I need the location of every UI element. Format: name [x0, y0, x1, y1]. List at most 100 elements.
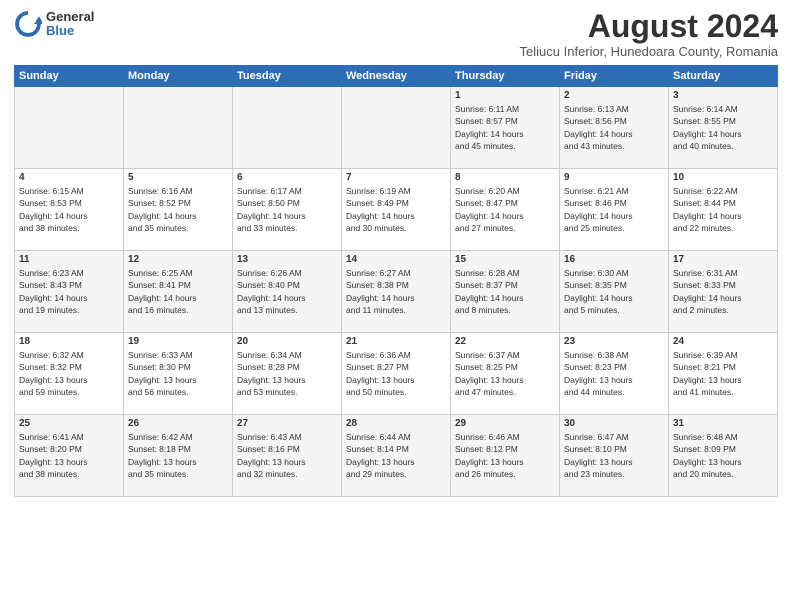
day-number: 23	[564, 336, 664, 347]
day-number: 8	[455, 172, 555, 183]
weekday-header-wednesday: Wednesday	[342, 66, 451, 87]
day-number: 27	[237, 418, 337, 429]
week-row-1: 1Sunrise: 6:11 AM Sunset: 8:57 PM Daylig…	[15, 87, 778, 169]
weekday-header-friday: Friday	[560, 66, 669, 87]
day-cell: 10 Sunrise: 6:22 AM Sunset: 8:44 PM Dayli…	[669, 169, 778, 251]
day-number: 21	[346, 336, 446, 347]
day-info: Sunrise: 6:36 AM Sunset: 8:27 PM Dayligh…	[346, 349, 446, 398]
week-row-2: 4Sunrise: 6:15 AM Sunset: 8:53 PM Daylig…	[15, 169, 778, 251]
day-cell: 2 Sunrise: 6:13 AM Sunset: 8:56 PM Daylig…	[560, 87, 669, 169]
day-number: 11	[19, 254, 119, 265]
day-cell: 4Sunrise: 6:15 AM Sunset: 8:53 PM Daylig…	[15, 169, 124, 251]
day-cell: 31 Sunrise: 6:48 AM Sunset: 8:09 PM Dayli…	[669, 415, 778, 497]
weekday-header-thursday: Thursday	[451, 66, 560, 87]
day-info: Sunrise: 6:28 AM Sunset: 8:37 PM Dayligh…	[455, 267, 555, 316]
header: General Blue August 2024 Teliucu Inferio…	[14, 10, 778, 59]
day-cell: 30 Sunrise: 6:47 AM Sunset: 8:10 PM Dayli…	[560, 415, 669, 497]
day-number: 5	[128, 172, 228, 183]
day-info: Sunrise: 6:14 AM Sunset: 8:55 PM Dayligh…	[673, 103, 773, 152]
day-cell: 17 Sunrise: 6:31 AM Sunset: 8:33 PM Dayli…	[669, 251, 778, 333]
week-row-3: 11 Sunrise: 6:23 AM Sunset: 8:43 PM Dayli…	[15, 251, 778, 333]
calendar-body: 1Sunrise: 6:11 AM Sunset: 8:57 PM Daylig…	[15, 87, 778, 497]
day-info: Sunrise: 6:41 AM Sunset: 8:20 PM Dayligh…	[19, 431, 119, 480]
logo-general-text: General	[46, 10, 94, 24]
day-info: Sunrise: 6:25 AM Sunset: 8:41 PM Dayligh…	[128, 267, 228, 316]
day-info: Sunrise: 6:13 AM Sunset: 8:56 PM Dayligh…	[564, 103, 664, 152]
day-cell: 12 Sunrise: 6:25 AM Sunset: 8:41 PM Dayli…	[124, 251, 233, 333]
weekday-header-tuesday: Tuesday	[233, 66, 342, 87]
day-cell: 24Sunrise: 6:39 AM Sunset: 8:21 PM Dayli…	[669, 333, 778, 415]
day-cell: 25 Sunrise: 6:41 AM Sunset: 8:20 PM Dayli…	[15, 415, 124, 497]
day-cell: 9 Sunrise: 6:21 AM Sunset: 8:46 PM Daylig…	[560, 169, 669, 251]
day-cell: 7Sunrise: 6:19 AM Sunset: 8:49 PM Daylig…	[342, 169, 451, 251]
day-info: Sunrise: 6:23 AM Sunset: 8:43 PM Dayligh…	[19, 267, 119, 316]
day-cell: 23 Sunrise: 6:38 AM Sunset: 8:23 PM Dayli…	[560, 333, 669, 415]
day-cell: 19 Sunrise: 6:33 AM Sunset: 8:30 PM Dayli…	[124, 333, 233, 415]
day-number: 7	[346, 172, 446, 183]
day-cell: 5 Sunrise: 6:16 AM Sunset: 8:52 PM Daylig…	[124, 169, 233, 251]
day-info: Sunrise: 6:20 AM Sunset: 8:47 PM Dayligh…	[455, 185, 555, 234]
day-cell	[233, 87, 342, 169]
day-cell: 11 Sunrise: 6:23 AM Sunset: 8:43 PM Dayli…	[15, 251, 124, 333]
day-number: 22	[455, 336, 555, 347]
day-cell: 6Sunrise: 6:17 AM Sunset: 8:50 PM Daylig…	[233, 169, 342, 251]
day-cell: 29 Sunrise: 6:46 AM Sunset: 8:12 PM Dayli…	[451, 415, 560, 497]
month-title: August 2024	[520, 10, 778, 42]
day-cell: 28Sunrise: 6:44 AM Sunset: 8:14 PM Dayli…	[342, 415, 451, 497]
day-info: Sunrise: 6:16 AM Sunset: 8:52 PM Dayligh…	[128, 185, 228, 234]
day-info: Sunrise: 6:31 AM Sunset: 8:33 PM Dayligh…	[673, 267, 773, 316]
day-number: 20	[237, 336, 337, 347]
title-block: August 2024 Teliucu Inferior, Hunedoara …	[520, 10, 778, 59]
day-number: 30	[564, 418, 664, 429]
day-info: Sunrise: 6:43 AM Sunset: 8:16 PM Dayligh…	[237, 431, 337, 480]
day-cell: 14Sunrise: 6:27 AM Sunset: 8:38 PM Dayli…	[342, 251, 451, 333]
day-number: 2	[564, 90, 664, 101]
day-info: Sunrise: 6:37 AM Sunset: 8:25 PM Dayligh…	[455, 349, 555, 398]
day-cell: 15Sunrise: 6:28 AM Sunset: 8:37 PM Dayli…	[451, 251, 560, 333]
day-cell: 13Sunrise: 6:26 AM Sunset: 8:40 PM Dayli…	[233, 251, 342, 333]
day-cell: 21 Sunrise: 6:36 AM Sunset: 8:27 PM Dayli…	[342, 333, 451, 415]
day-number: 17	[673, 254, 773, 265]
week-row-5: 25 Sunrise: 6:41 AM Sunset: 8:20 PM Dayli…	[15, 415, 778, 497]
day-cell: 3 Sunrise: 6:14 AM Sunset: 8:55 PM Daylig…	[669, 87, 778, 169]
day-cell	[124, 87, 233, 169]
day-cell: 22 Sunrise: 6:37 AM Sunset: 8:25 PM Dayli…	[451, 333, 560, 415]
day-number: 19	[128, 336, 228, 347]
day-number: 31	[673, 418, 773, 429]
week-row-4: 18Sunrise: 6:32 AM Sunset: 8:32 PM Dayli…	[15, 333, 778, 415]
logo-icon	[14, 10, 42, 38]
day-cell: 8 Sunrise: 6:20 AM Sunset: 8:47 PM Daylig…	[451, 169, 560, 251]
page: General Blue August 2024 Teliucu Inferio…	[0, 0, 792, 612]
day-number: 10	[673, 172, 773, 183]
day-info: Sunrise: 6:38 AM Sunset: 8:23 PM Dayligh…	[564, 349, 664, 398]
day-info: Sunrise: 6:33 AM Sunset: 8:30 PM Dayligh…	[128, 349, 228, 398]
weekday-row: SundayMondayTuesdayWednesdayThursdayFrid…	[15, 66, 778, 87]
day-info: Sunrise: 6:22 AM Sunset: 8:44 PM Dayligh…	[673, 185, 773, 234]
day-cell	[15, 87, 124, 169]
day-info: Sunrise: 6:27 AM Sunset: 8:38 PM Dayligh…	[346, 267, 446, 316]
logo-text: General Blue	[46, 10, 94, 39]
day-info: Sunrise: 6:47 AM Sunset: 8:10 PM Dayligh…	[564, 431, 664, 480]
day-number: 12	[128, 254, 228, 265]
calendar-table: SundayMondayTuesdayWednesdayThursdayFrid…	[14, 65, 778, 497]
day-info: Sunrise: 6:26 AM Sunset: 8:40 PM Dayligh…	[237, 267, 337, 316]
calendar-header: SundayMondayTuesdayWednesdayThursdayFrid…	[15, 66, 778, 87]
day-info: Sunrise: 6:15 AM Sunset: 8:53 PM Dayligh…	[19, 185, 119, 234]
day-number: 9	[564, 172, 664, 183]
day-info: Sunrise: 6:21 AM Sunset: 8:46 PM Dayligh…	[564, 185, 664, 234]
day-info: Sunrise: 6:46 AM Sunset: 8:12 PM Dayligh…	[455, 431, 555, 480]
day-info: Sunrise: 6:44 AM Sunset: 8:14 PM Dayligh…	[346, 431, 446, 480]
day-cell: 18Sunrise: 6:32 AM Sunset: 8:32 PM Dayli…	[15, 333, 124, 415]
day-info: Sunrise: 6:34 AM Sunset: 8:28 PM Dayligh…	[237, 349, 337, 398]
day-number: 25	[19, 418, 119, 429]
location: Teliucu Inferior, Hunedoara County, Roma…	[520, 44, 778, 59]
day-number: 1	[455, 90, 555, 101]
day-number: 18	[19, 336, 119, 347]
logo: General Blue	[14, 10, 94, 39]
day-info: Sunrise: 6:17 AM Sunset: 8:50 PM Dayligh…	[237, 185, 337, 234]
day-cell: 26Sunrise: 6:42 AM Sunset: 8:18 PM Dayli…	[124, 415, 233, 497]
day-number: 3	[673, 90, 773, 101]
day-info: Sunrise: 6:42 AM Sunset: 8:18 PM Dayligh…	[128, 431, 228, 480]
day-number: 29	[455, 418, 555, 429]
day-info: Sunrise: 6:48 AM Sunset: 8:09 PM Dayligh…	[673, 431, 773, 480]
